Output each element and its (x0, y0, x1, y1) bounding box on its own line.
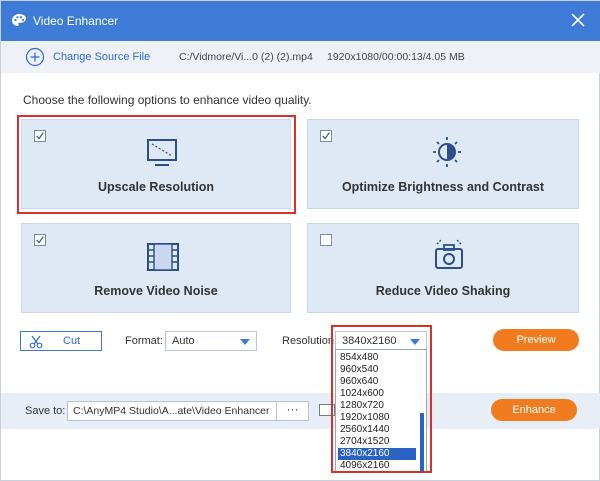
format-value: Auto (172, 335, 195, 347)
add-icon[interactable] (25, 47, 45, 67)
palette-icon (12, 14, 26, 26)
cut-label: Cut (63, 335, 81, 347)
video-enhancer-window: Video Enhancer Change Source File C:/Vid… (0, 0, 600, 481)
browse-button[interactable]: ··· (276, 402, 308, 420)
scissors-icon (29, 335, 43, 349)
format-label: Format: (125, 335, 163, 347)
source-file-info: 1920x1080/00:00:13/4.05 MB (327, 51, 465, 63)
option-label: Optimize Brightness and Contrast (341, 180, 545, 194)
option-reduce-video-shaking[interactable]: Reduce Video Shaking (307, 223, 579, 313)
checkmark-icon (36, 236, 44, 244)
chevron-down-icon (240, 339, 250, 345)
title-bar: Video Enhancer (1, 1, 600, 41)
film-icon (147, 243, 179, 271)
highlight-frame (331, 325, 432, 473)
shaking-checkbox[interactable] (320, 234, 332, 246)
camera-shake-icon (435, 239, 463, 269)
source-file-name: C:/Vidmore/Vi...0 (2) (2).mp4 (179, 51, 313, 63)
option-label: Reduce Video Shaking (375, 284, 511, 298)
highlight-frame (17, 115, 296, 214)
window-title: Video Enhancer (33, 14, 119, 28)
instruction-text: Choose the following options to enhance … (23, 93, 312, 107)
cut-button[interactable]: Cut (20, 331, 102, 351)
format-select[interactable]: Auto (165, 331, 257, 351)
brightness-checkbox[interactable] (320, 130, 332, 142)
checkmark-icon (322, 132, 330, 140)
option-remove-video-noise[interactable]: Remove Video Noise (21, 223, 291, 313)
save-path-field[interactable]: C:\AnyMP4 Studio\A...ate\Video Enhancer … (67, 401, 309, 421)
enhance-button[interactable]: Enhance (491, 399, 577, 421)
save-to-label: Save to: (25, 405, 66, 417)
preview-button[interactable]: Preview (493, 329, 579, 351)
resolution-label: Resolution: (282, 335, 338, 347)
close-icon[interactable] (569, 11, 587, 29)
noise-checkbox[interactable] (34, 234, 46, 246)
brightness-icon (433, 137, 461, 167)
save-path-value: C:\AnyMP4 Studio\A...ate\Video Enhancer (73, 405, 270, 417)
option-label: Remove Video Noise (94, 284, 218, 298)
option-optimize-brightness[interactable]: Optimize Brightness and Contrast (307, 119, 579, 209)
change-source-file-link[interactable]: Change Source File (53, 51, 150, 63)
